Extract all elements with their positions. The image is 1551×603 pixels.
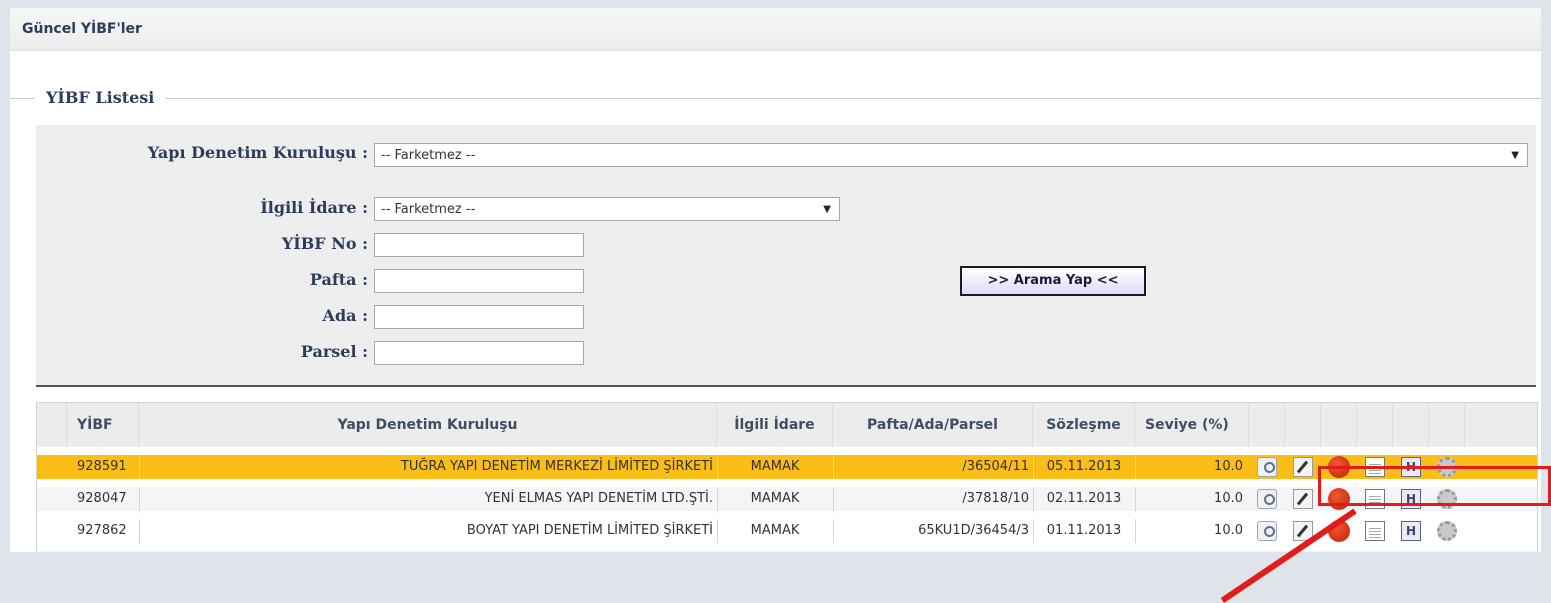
ada-input[interactable] [374, 305, 584, 329]
cell-seviye: 10.0 [1214, 459, 1243, 474]
page-header: Güncel YİBF'ler [10, 8, 1541, 51]
h-icon[interactable]: H [1401, 489, 1421, 509]
cell-kurulus: BOYAT YAPI DENETİM LİMİTED ŞİRKETİ [466, 523, 713, 538]
col-header-action [1429, 403, 1465, 447]
main-frame: Güncel YİBF'ler YİBF Listesi Yapı Deneti… [10, 8, 1541, 552]
col-header-action [1249, 403, 1285, 447]
pafta-label: Pafta : [309, 270, 368, 289]
table-row[interactable]: 928047 YENİ ELMAS YAPI DENETİM LTD.ŞTİ. … [37, 487, 1537, 511]
ydk-label: Yapı Denetim Kuruluşu : [147, 143, 368, 162]
idare-selected-value: -- Farketmez -- [381, 202, 476, 217]
row-gutter [37, 519, 67, 543]
cell-sozlesme: 05.11.2013 [1046, 459, 1122, 474]
magnifier-icon[interactable] [1257, 489, 1277, 509]
magnifier-icon[interactable] [1257, 457, 1277, 477]
cell-idare: MAMAK [750, 491, 800, 506]
h-icon[interactable]: H [1401, 457, 1421, 477]
edit-pen-icon[interactable] [1293, 489, 1313, 509]
col-header-action [1393, 403, 1429, 447]
idare-label: İlgili İdare : [260, 198, 368, 217]
row-gutter [37, 455, 71, 479]
yibf-no-input[interactable] [374, 233, 584, 257]
table-header-row: YİBF Yapı Denetim Kuruluşu İlgili İdare … [37, 403, 1537, 447]
cell-yibf[interactable]: 928047 [77, 487, 139, 511]
chevron-down-icon: ▼ [823, 204, 831, 215]
cell-pafta: /37818/10 [962, 491, 1029, 506]
idare-select[interactable]: -- Farketmez -- ▼ [374, 197, 840, 221]
col-header-action [1357, 403, 1393, 447]
yibf-table: YİBF Yapı Denetim Kuruluşu İlgili İdare … [36, 402, 1538, 552]
notepad-icon[interactable] [1365, 489, 1385, 509]
cell-kurulus: TUĞRA YAPI DENETİM MERKEZİ LİMİTED ŞİRKE… [400, 459, 713, 474]
magnifier-icon[interactable] [1257, 521, 1277, 541]
ydk-select[interactable]: -- Farketmez -- ▼ [374, 143, 1528, 167]
edit-pen-icon[interactable] [1293, 457, 1313, 477]
col-header-pafta[interactable]: Pafta/Ada/Parsel [833, 403, 1033, 447]
cell-seviye: 10.0 [1214, 491, 1243, 506]
col-header-seviye[interactable]: Seviye (%) [1135, 403, 1249, 447]
col-header-kurulus[interactable]: Yapı Denetim Kuruluşu [139, 403, 717, 447]
notepad-icon[interactable] [1365, 521, 1385, 541]
gear-icon[interactable] [1437, 457, 1457, 477]
parsel-label: Parsel : [300, 342, 368, 361]
col-header-yibf[interactable]: YİBF [67, 403, 139, 447]
gear-icon[interactable] [1437, 521, 1457, 541]
cell-sozlesme: 01.11.2013 [1046, 523, 1122, 538]
cell-yibf[interactable]: 928591 [77, 455, 139, 479]
filter-panel: Yapı Denetim Kuruluşu : -- Farketmez -- … [36, 125, 1536, 387]
cell-sozlesme: 02.11.2013 [1046, 491, 1122, 506]
fieldset-legend: YİBF Listesi [10, 86, 1541, 110]
ydk-selected-value: -- Farketmez -- [381, 148, 476, 163]
col-header-action [1321, 403, 1357, 447]
cell-idare: MAMAK [750, 523, 800, 538]
table-row[interactable]: 928591 TUĞRA YAPI DENETİM MERKEZİ LİMİTE… [37, 455, 1537, 479]
search-button[interactable]: >> Arama Yap << [960, 266, 1146, 296]
cell-kurulus: YENİ ELMAS YAPI DENETİM LTD.ŞTİ. [484, 491, 713, 506]
gear-icon[interactable] [1437, 489, 1457, 509]
col-header-idare[interactable]: İlgili İdare [717, 403, 833, 447]
cell-pafta: 65KU1D/36454/3 [918, 523, 1029, 538]
yibf-no-label: YİBF No : [281, 234, 368, 253]
cell-pafta: /36504/11 [962, 459, 1029, 474]
legend-title: YİBF Listesi [34, 86, 167, 110]
cell-idare: MAMAK [750, 459, 800, 474]
red-circle-icon[interactable] [1328, 488, 1350, 510]
header-gutter [37, 403, 67, 447]
cell-seviye: 10.0 [1214, 523, 1243, 538]
row-gutter [37, 487, 67, 511]
cell-yibf[interactable]: 927862 [77, 519, 139, 543]
chevron-down-icon: ▼ [1511, 150, 1519, 161]
parsel-input[interactable] [374, 341, 584, 365]
red-circle-icon[interactable] [1328, 456, 1350, 478]
notepad-icon[interactable] [1365, 457, 1385, 477]
pafta-input[interactable] [374, 269, 584, 293]
legend-divider [10, 98, 1541, 99]
h-icon[interactable]: H [1401, 521, 1421, 541]
col-header-filler [1465, 403, 1537, 447]
col-header-action [1285, 403, 1321, 447]
col-header-sozlesme[interactable]: Sözleşme [1033, 403, 1135, 447]
ada-label: Ada : [322, 306, 368, 325]
page-title: Güncel YİBF'ler [22, 21, 142, 37]
